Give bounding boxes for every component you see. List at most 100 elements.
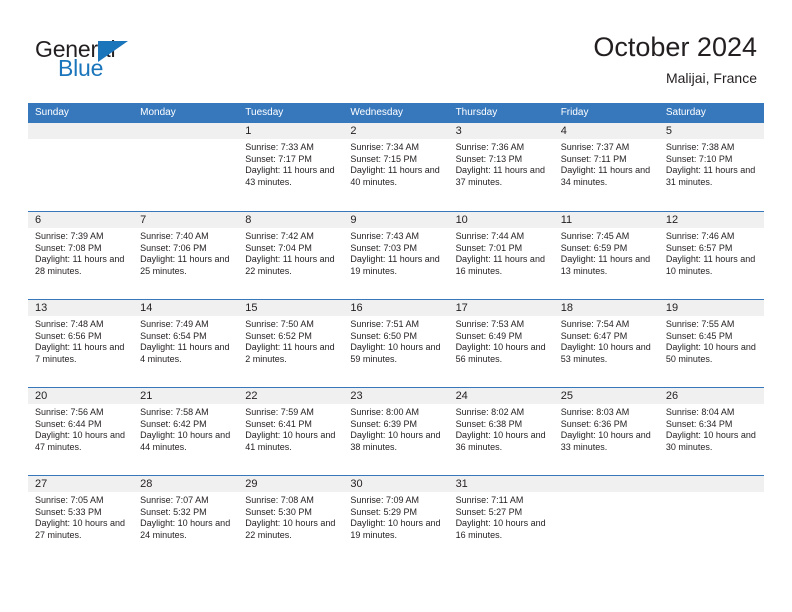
daylight-text: Daylight: 11 hours and 13 minutes.	[560, 254, 651, 276]
calendar-day-cell[interactable]: 4 Sunrise: 7:37 AM Sunset: 7:11 PM Daylight…	[553, 123, 659, 211]
sunset-text: Sunset: 5:29 PM	[350, 506, 417, 517]
calendar-day-cell[interactable]: 1 Sunrise: 7:33 AM Sunset: 7:17 PM Daylight…	[238, 123, 344, 211]
weekday-header-friday: Friday	[560, 107, 589, 118]
sunset-text: Sunset: 7:04 PM	[245, 242, 312, 253]
calendar-day-cell[interactable]: 25 Sunrise: 8:03 AM Sunset: 6:36 PM Dayligh…	[553, 388, 659, 475]
calendar-day-cell[interactable]: 21 Sunrise: 7:58 AM Sunset: 6:42 PM Dayligh…	[133, 388, 239, 475]
daylight-text: Daylight: 10 hours and 22 minutes.	[245, 518, 336, 540]
calendar-day-cell[interactable]: 14 Sunrise: 7:49 AM Sunset: 6:54 PM Dayligh…	[133, 300, 239, 387]
sunset-text: Sunset: 7:08 PM	[35, 242, 102, 253]
sunrise-text: Sunrise: 7:38 AM	[665, 142, 735, 152]
sunset-text: Sunset: 6:52 PM	[245, 330, 312, 341]
calendar-day-cell[interactable]: 26 Sunrise: 8:04 AM Sunset: 6:34 PM Dayligh…	[658, 388, 764, 475]
calendar-day-cell[interactable]: 10 Sunrise: 7:44 AM Sunset: 7:01 PM Dayligh…	[448, 212, 554, 299]
daylight-text: Daylight: 10 hours and 59 minutes.	[350, 342, 441, 364]
sunrise-text: Sunrise: 7:09 AM	[350, 495, 419, 505]
sunrise-text: Sunrise: 7:43 AM	[350, 231, 419, 241]
sunset-text: Sunset: 7:15 PM	[350, 153, 417, 164]
sunrise-text: Sunrise: 7:05 AM	[35, 495, 104, 505]
brand-logo[interactable]: General Blue	[35, 36, 205, 84]
day-sun-info: Sunrise: 7:11 AM Sunset: 5:27 PM Daylight:…	[449, 492, 554, 541]
day-number: 23	[343, 388, 449, 404]
calendar-day-cell[interactable]: 28 Sunrise: 7:07 AM Sunset: 5:32 PM Dayligh…	[133, 476, 239, 563]
day-number	[658, 476, 764, 492]
day-sun-info: Sunrise: 7:38 AM Sunset: 7:10 PM Daylight:…	[659, 139, 764, 188]
sunset-text: Sunset: 7:01 PM	[455, 242, 523, 253]
calendar-day-cell[interactable]: 2 Sunrise: 7:34 AM Sunset: 7:15 PM Daylight…	[343, 123, 449, 211]
sunset-text: Sunset: 6:45 PM	[665, 330, 733, 341]
day-sun-info: Sunrise: 7:59 AM Sunset: 6:41 PM Daylight:…	[238, 404, 343, 453]
weekday-header-saturday: Saturday	[665, 107, 706, 118]
day-number: 1	[238, 123, 344, 139]
daylight-text: Daylight: 11 hours and 31 minutes.	[665, 165, 756, 187]
calendar-day-cell[interactable]: 16 Sunrise: 7:51 AM Sunset: 6:50 PM Dayligh…	[343, 300, 449, 387]
calendar-day-cell-empty	[28, 123, 134, 211]
sunrise-text: Sunrise: 7:39 AM	[35, 231, 104, 241]
daylight-text: Daylight: 10 hours and 44 minutes.	[140, 430, 231, 452]
day-number: 8	[238, 212, 344, 228]
daylight-text: Daylight: 11 hours and 37 minutes.	[455, 165, 545, 187]
day-number: 15	[238, 300, 344, 316]
day-sun-info: Sunrise: 7:51 AM Sunset: 6:50 PM Daylight:…	[343, 316, 448, 365]
calendar-day-cell[interactable]: 6 Sunrise: 7:39 AM Sunset: 7:08 PM Daylight…	[28, 212, 134, 299]
calendar-day-cell[interactable]: 17 Sunrise: 7:53 AM Sunset: 6:49 PM Dayligh…	[448, 300, 554, 387]
day-number	[553, 476, 659, 492]
calendar-day-cell[interactable]: 5 Sunrise: 7:38 AM Sunset: 7:10 PM Daylight…	[658, 123, 764, 211]
sunset-text: Sunset: 5:27 PM	[455, 506, 523, 517]
calendar-day-cell[interactable]: 13 Sunrise: 7:48 AM Sunset: 6:56 PM Dayligh…	[28, 300, 134, 387]
daylight-text: Daylight: 10 hours and 27 minutes.	[35, 518, 126, 540]
day-number	[133, 123, 239, 139]
calendar-weeks: 1 Sunrise: 7:33 AM Sunset: 7:17 PM Daylight…	[28, 123, 764, 563]
daylight-text: Daylight: 11 hours and 40 minutes.	[350, 165, 440, 187]
sunrise-text: Sunrise: 7:51 AM	[350, 319, 419, 329]
page-subtitle: Malijai, France	[665, 70, 757, 86]
calendar-day-cell[interactable]: 11 Sunrise: 7:45 AM Sunset: 6:59 PM Dayligh…	[553, 212, 659, 299]
sunrise-text: Sunrise: 7:54 AM	[560, 319, 630, 329]
calendar-day-cell[interactable]: 22 Sunrise: 7:59 AM Sunset: 6:41 PM Dayligh…	[238, 388, 344, 475]
weekday-header-tuesday: Tuesday	[245, 107, 284, 118]
calendar-day-cell[interactable]: 24 Sunrise: 8:02 AM Sunset: 6:38 PM Dayligh…	[448, 388, 554, 475]
sunrise-text: Sunrise: 8:02 AM	[455, 407, 525, 417]
sunrise-text: Sunrise: 7:37 AM	[560, 142, 630, 152]
calendar-day-cell[interactable]: 23 Sunrise: 8:00 AM Sunset: 6:39 PM Dayligh…	[343, 388, 449, 475]
daylight-text: Daylight: 10 hours and 38 minutes.	[350, 430, 441, 452]
calendar-week-row: 1 Sunrise: 7:33 AM Sunset: 7:17 PM Daylight…	[28, 123, 764, 211]
calendar-day-cell[interactable]: 18 Sunrise: 7:54 AM Sunset: 6:47 PM Dayligh…	[553, 300, 659, 387]
sunset-text: Sunset: 5:30 PM	[245, 506, 312, 517]
day-sun-info: Sunrise: 7:48 AM Sunset: 6:56 PM Daylight:…	[28, 316, 133, 365]
calendar-day-cell[interactable]: 20 Sunrise: 7:56 AM Sunset: 6:44 PM Dayligh…	[28, 388, 134, 475]
calendar-day-cell[interactable]: 19 Sunrise: 7:55 AM Sunset: 6:45 PM Dayligh…	[658, 300, 764, 387]
day-number: 11	[553, 212, 659, 228]
sunset-text: Sunset: 6:50 PM	[350, 330, 417, 341]
day-number: 24	[448, 388, 554, 404]
calendar-day-cell[interactable]: 27 Sunrise: 7:05 AM Sunset: 5:33 PM Dayligh…	[28, 476, 134, 563]
day-sun-info: Sunrise: 7:33 AM Sunset: 7:17 PM Daylight:…	[238, 139, 343, 188]
daylight-text: Daylight: 10 hours and 24 minutes.	[140, 518, 231, 540]
sunset-text: Sunset: 5:32 PM	[140, 506, 207, 517]
sunset-text: Sunset: 6:36 PM	[560, 418, 628, 429]
calendar-day-cell[interactable]: 29 Sunrise: 7:08 AM Sunset: 5:30 PM Dayligh…	[238, 476, 344, 563]
day-number: 21	[133, 388, 239, 404]
weekday-header-monday: Monday	[140, 107, 176, 118]
day-number: 6	[28, 212, 134, 228]
day-sun-info: Sunrise: 7:44 AM Sunset: 7:01 PM Daylight:…	[449, 228, 554, 277]
sunrise-text: Sunrise: 7:07 AM	[140, 495, 209, 505]
sunrise-text: Sunrise: 7:49 AM	[140, 319, 209, 329]
sunset-text: Sunset: 6:54 PM	[140, 330, 207, 341]
calendar-day-cell[interactable]: 30 Sunrise: 7:09 AM Sunset: 5:29 PM Dayligh…	[343, 476, 449, 563]
sunrise-text: Sunrise: 7:58 AM	[140, 407, 209, 417]
day-number: 17	[448, 300, 554, 316]
sunset-text: Sunset: 6:56 PM	[35, 330, 102, 341]
calendar-day-cell[interactable]: 15 Sunrise: 7:50 AM Sunset: 6:52 PM Dayligh…	[238, 300, 344, 387]
weekday-header-sunday: Sunday	[35, 107, 69, 118]
day-number: 12	[658, 212, 764, 228]
day-number: 18	[553, 300, 659, 316]
calendar-day-cell[interactable]: 9 Sunrise: 7:43 AM Sunset: 7:03 PM Daylight…	[343, 212, 449, 299]
calendar-day-cell[interactable]: 31 Sunrise: 7:11 AM Sunset: 5:27 PM Dayligh…	[448, 476, 554, 563]
calendar-page: General Blue October 2024 Malijai, Franc…	[0, 0, 792, 612]
calendar-day-cell[interactable]: 7 Sunrise: 7:40 AM Sunset: 7:06 PM Daylight…	[133, 212, 239, 299]
calendar-day-cell[interactable]: 8 Sunrise: 7:42 AM Sunset: 7:04 PM Daylight…	[238, 212, 344, 299]
calendar-day-cell[interactable]: 3 Sunrise: 7:36 AM Sunset: 7:13 PM Daylight…	[448, 123, 554, 211]
sunset-text: Sunset: 7:17 PM	[245, 153, 312, 164]
calendar-day-cell[interactable]: 12 Sunrise: 7:46 AM Sunset: 6:57 PM Dayligh…	[658, 212, 764, 299]
